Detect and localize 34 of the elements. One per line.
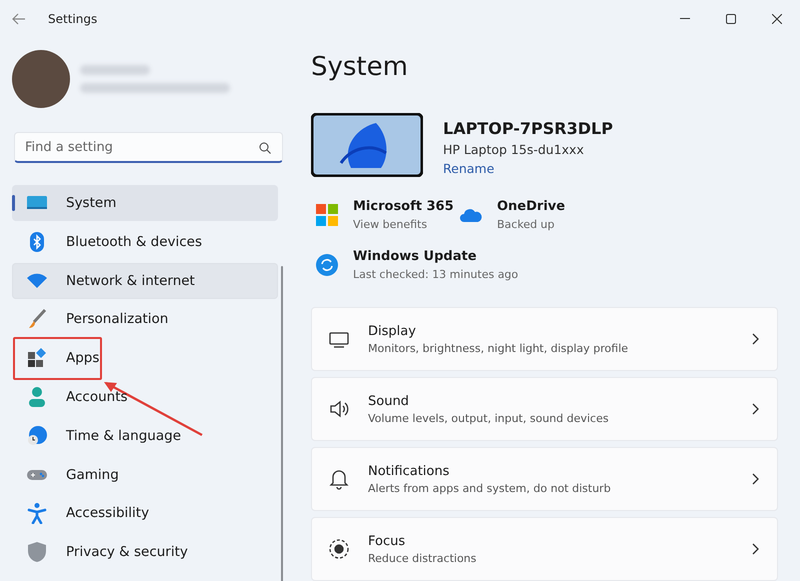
card-title: Sound bbox=[368, 394, 410, 408]
nav-item[interactable]: Apps bbox=[12, 340, 278, 376]
rename-link[interactable]: Rename bbox=[443, 161, 613, 176]
tile-subtitle: Last checked: 13 minutes ago bbox=[353, 268, 518, 281]
settings-card[interactable]: Focus Reduce distractions bbox=[311, 517, 778, 581]
tile-title[interactable]: Windows Update bbox=[353, 249, 518, 264]
settings-card[interactable]: Sound Volume levels, output, input, sound devices bbox=[311, 377, 778, 441]
nav-item[interactable]: Bluetooth & devices bbox=[12, 224, 278, 260]
nav-item[interactable]: Accounts bbox=[12, 378, 278, 415]
tile-title[interactable]: Microsoft 365 bbox=[353, 199, 454, 214]
nav-item[interactable]: Accessibility bbox=[12, 495, 278, 532]
nav-item[interactable]: Time & language bbox=[12, 418, 278, 454]
window-title: Settings bbox=[48, 12, 98, 26]
tile-title[interactable]: OneDrive bbox=[497, 199, 566, 214]
nav-item[interactable]: Privacy & security bbox=[12, 534, 278, 570]
card-subtitle: Reduce distractions bbox=[368, 552, 478, 564]
card-subtitle: Volume levels, output, input, sound devices bbox=[368, 412, 610, 424]
nav-item[interactable]: Network & internet bbox=[12, 262, 278, 299]
card-title: Notifications bbox=[368, 464, 450, 478]
tile-subtitle: View benefits bbox=[353, 218, 428, 231]
nav-item[interactable]: Gaming bbox=[12, 456, 278, 493]
card-title: Display bbox=[368, 324, 417, 338]
settings-card[interactable]: Notifications Alerts from apps and system, do not disturb bbox=[311, 447, 778, 511]
page-title: System bbox=[311, 52, 409, 84]
nav-item[interactable]: System bbox=[12, 185, 278, 221]
nav-item[interactable]: Personalization bbox=[12, 301, 278, 338]
device-name: LAPTOP-7PSR3DLP bbox=[443, 119, 613, 138]
card-title: Focus bbox=[368, 534, 406, 548]
device-model: HP Laptop 15s-du1xxx bbox=[443, 142, 585, 157]
card-subtitle: Monitors, brightness, night light, display profile bbox=[368, 342, 630, 354]
search-field[interactable]: Find a setting bbox=[14, 132, 283, 163]
settings-card[interactable]: Display Monitors, brightness, night light, display profile bbox=[311, 307, 778, 371]
card-subtitle: Alerts from apps and system, do not disturb bbox=[368, 482, 612, 494]
tile-subtitle: Backed up bbox=[497, 218, 556, 231]
